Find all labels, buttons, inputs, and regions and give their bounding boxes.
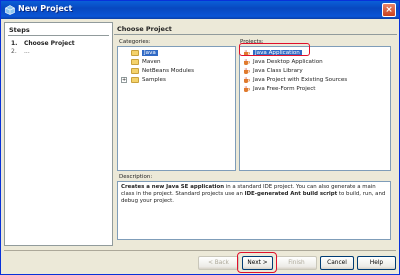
help-button[interactable]: Help — [357, 256, 396, 270]
step-label: Choose Project — [24, 40, 75, 47]
button-bar-divider — [4, 250, 396, 251]
step-number: 2. — [11, 48, 17, 55]
project-label: Java Application — [253, 50, 302, 56]
description-box: Creates a new Java SE application in a s… — [117, 181, 391, 240]
category-item-java[interactable]: Java — [131, 49, 158, 57]
description-bold-2: IDE-generated Ant build script — [244, 191, 338, 198]
project-item-java-application[interactable]: Java Application — [243, 49, 302, 57]
folder-icon — [131, 49, 139, 56]
java-cup-icon — [244, 49, 250, 56]
project-item-java-project-existing-sources[interactable]: Java Project with Existing Sources — [243, 76, 347, 84]
title-bar[interactable]: New Project × — [1, 1, 399, 19]
expand-samples-toggle[interactable]: + — [121, 77, 127, 83]
netbeans-cube-icon — [5, 5, 15, 15]
folder-icon — [131, 76, 139, 83]
step-number: 1. — [11, 40, 18, 47]
categories-label: Categories: — [119, 39, 151, 45]
close-icon: × — [385, 5, 393, 15]
panel-title: Choose Project — [117, 25, 172, 33]
category-label: Java — [142, 50, 158, 56]
project-item-java-class-library[interactable]: Java Class Library — [243, 67, 303, 75]
project-label: Java Class Library — [253, 68, 303, 74]
description-bold-1: Creates a new Java SE application — [121, 184, 225, 190]
java-cup-icon — [244, 58, 250, 65]
category-item-samples[interactable]: Samples — [131, 76, 166, 84]
finish-button[interactable]: Finish — [276, 256, 317, 270]
category-label: NetBeans Modules — [142, 68, 195, 74]
java-cup-icon — [244, 76, 250, 83]
step-label: ... — [24, 48, 30, 55]
new-project-dialog: New Project × Steps 1. Choose Project 2..… — [0, 0, 400, 275]
folder-icon — [131, 67, 139, 74]
project-label: Java Desktop Application — [253, 59, 323, 65]
project-item-java-desktop-application[interactable]: Java Desktop Application — [243, 58, 323, 66]
project-label: Java Free-Form Project — [253, 86, 316, 92]
close-button[interactable]: × — [382, 3, 396, 17]
step-item-choose-project: 1. Choose Project — [11, 40, 75, 47]
window-title: New Project — [18, 4, 73, 13]
category-label: Samples — [142, 77, 166, 83]
project-item-java-free-form-project[interactable]: Java Free-Form Project — [243, 85, 316, 93]
back-button[interactable]: < Back — [198, 256, 239, 270]
category-item-maven[interactable]: Maven — [131, 58, 161, 66]
categories-tree[interactable]: Java Maven NetBeans Modules + Samples — [117, 46, 236, 171]
steps-header: Steps — [9, 26, 30, 34]
project-label: Java Project with Existing Sources — [253, 77, 348, 83]
folder-icon — [131, 58, 139, 65]
steps-divider — [8, 35, 109, 36]
projects-list[interactable]: Java Application Java Desktop Applicatio… — [239, 46, 391, 171]
category-label: Maven — [142, 59, 161, 65]
description-label: Description: — [119, 174, 153, 180]
steps-panel: Steps 1. Choose Project 2.... — [4, 22, 113, 246]
projects-label: Projects: — [240, 39, 264, 45]
choose-project-panel: Choose Project Categories: Projects: Jav… — [114, 22, 397, 246]
next-button[interactable]: Next > — [242, 256, 273, 270]
step-item-next: 2.... — [11, 48, 30, 55]
cancel-button[interactable]: Cancel — [320, 256, 354, 270]
category-item-netbeans-modules[interactable]: NetBeans Modules — [131, 67, 194, 75]
panel-divider — [114, 34, 397, 35]
java-cup-icon — [244, 85, 250, 92]
java-cup-icon — [244, 67, 250, 74]
